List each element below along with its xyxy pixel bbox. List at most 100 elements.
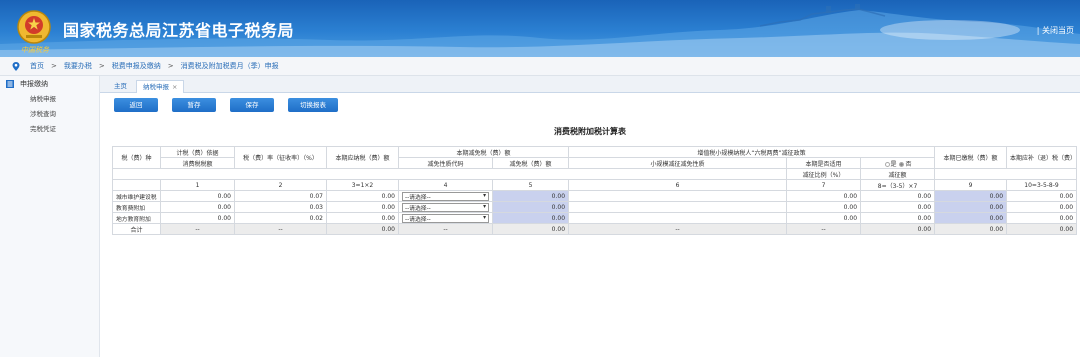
relief-amount-cell[interactable]: 0.00 [491, 190, 570, 202]
chevron-down-icon: ▾ [483, 193, 486, 199]
save-draft-button[interactable]: 暂存 [172, 98, 216, 112]
col-applies-radio: 是 否 [860, 157, 936, 169]
toolbar: 返回 暂存 保存 切换报表 [100, 93, 1080, 118]
sidebar: 申报缴纳 纳税申报 涉税查询 完税凭证 [0, 76, 100, 357]
relief-amount-cell[interactable]: 0.00 [491, 212, 570, 224]
table-title: 消费税附加税计算表 [554, 127, 626, 136]
radio-yes[interactable] [884, 161, 890, 167]
row-tax-name: 教育费附加 [112, 201, 161, 213]
paid-cell[interactable]: 0.00 [934, 201, 1008, 213]
site-header: 中国税务 国家税务总局江苏省电子税务局 | 关闭当页 [0, 0, 1080, 57]
total-label: 合计 [112, 223, 161, 235]
rate-cell: 0.07 [234, 190, 327, 202]
tab-home[interactable]: 主页 [108, 80, 133, 93]
col-num: 2 [234, 179, 327, 191]
column-number-row: 1 2 3=1×2 4 5 6 7 8=（3-5）×7 9 10=3-5-8-9 [112, 179, 1078, 191]
breadcrumb-declare-pay[interactable]: 税费申报及缴纳 [112, 61, 161, 71]
total-relief: 0.00 [491, 223, 570, 235]
col-paid: 本期已缴税（费）额 [934, 146, 1008, 169]
radio-yes-label: 是 [890, 160, 897, 168]
sidebar-heading[interactable]: 申报缴纳 [0, 76, 99, 92]
col-refund: 本期应补（退）税（费）额 [1006, 146, 1078, 169]
switch-report-button[interactable]: 切换报表 [288, 98, 338, 112]
basis-cell[interactable]: 0.00 [160, 212, 235, 224]
breadcrumb-tax-service[interactable]: 我要办税 [64, 61, 92, 71]
breadcrumb-home[interactable]: 首页 [30, 61, 44, 71]
radio-no[interactable] [899, 161, 905, 167]
sidebar-item-query[interactable]: 涉税查询 [0, 107, 99, 122]
chevron-down-icon: ▾ [483, 215, 486, 221]
row-tax-name: 城市维护建设税 [112, 190, 161, 202]
relief-code-select[interactable]: --请选择-- ▾ [402, 213, 489, 223]
col-basis-group: 计税（费）依据 [160, 146, 235, 158]
relief-code-cell: --请选择-- ▾ [398, 190, 493, 202]
tab-bar: 主页 纳税申报 × [100, 76, 1080, 93]
total-dash: -- [786, 223, 862, 235]
refund-cell: 0.00 [1006, 201, 1078, 213]
breadcrumb-separator: > [167, 62, 174, 70]
sidebar-item-certificate[interactable]: 完税凭证 [0, 122, 99, 137]
rate-cell: 0.03 [234, 201, 327, 213]
reduce-ratio-cell: 0.00 [786, 212, 862, 224]
col-num: 5 [491, 179, 570, 191]
tab-declare[interactable]: 纳税申报 × [136, 80, 185, 93]
col-num: 4 [398, 179, 493, 191]
site-title: 国家税务总局江苏省电子税务局 [63, 21, 295, 40]
select-value: --请选择-- [405, 205, 431, 212]
total-paid: 0.00 [934, 223, 1008, 235]
breadcrumb-separator: > [51, 62, 57, 70]
col-num: 6 [568, 179, 788, 191]
small-code-cell [568, 201, 788, 213]
basis-cell[interactable]: 0.00 [160, 190, 235, 202]
logo-caption: 中国税务 [21, 46, 49, 54]
reduce-ratio-cell: 0.00 [786, 190, 862, 202]
col-num-blank [112, 179, 161, 191]
total-reduce: 0.00 [860, 223, 936, 235]
relief-code-select[interactable]: --请选择-- ▾ [402, 202, 489, 212]
rate-cell: 0.02 [234, 212, 327, 224]
applies-label: 本期是否适用 [805, 160, 842, 168]
breadcrumb: 首页 > 我要办税 > 税费申报及缴纳 > 消费税及附加税费月（季）申报 [0, 57, 1080, 76]
reduce-amount-cell: 0.00 [860, 190, 936, 202]
col-consumption-tax: 消费税税额 [160, 157, 235, 169]
col-small-code: 小规模减征减免性质 [568, 157, 788, 169]
payable-cell: 0.00 [326, 190, 399, 202]
paid-cell[interactable]: 0.00 [934, 190, 1008, 202]
col-payable: 本期应纳税（费）额 [326, 146, 399, 169]
basis-cell[interactable]: 0.00 [160, 201, 235, 213]
table-row: 地方教育附加 0.00 0.02 0.00 --请选择-- ▾ 0.00 0.00… [112, 212, 1078, 224]
col-rate: 税（费）率（征收率）（%） [234, 146, 327, 169]
total-dash: -- [398, 223, 493, 235]
total-dash: -- [234, 223, 327, 235]
table-row: 城市维护建设税 0.00 0.07 0.00 --请选择-- ▾ 0.00 0.0… [112, 190, 1078, 202]
sidebar-heading-label: 申报缴纳 [20, 80, 48, 88]
relief-code-cell: --请选择-- ▾ [398, 201, 493, 213]
back-button[interactable]: 返回 [114, 98, 158, 112]
total-refund: 0.00 [1006, 223, 1078, 235]
col-tax-kind: 税（费）种 [112, 146, 161, 169]
paid-cell[interactable]: 0.00 [934, 212, 1008, 224]
col-num: 3=1×2 [326, 179, 399, 191]
payable-cell: 0.00 [326, 201, 399, 213]
breadcrumb-current[interactable]: 消费税及附加税费月（季）申报 [181, 61, 279, 71]
col-num: 7 [786, 179, 862, 191]
surtax-calc-table: 税（费）种 计税（费）依据 税（费）率（征收率）（%） 本期应纳税（费）额 本期… [111, 146, 1078, 235]
save-button[interactable]: 保存 [230, 98, 274, 112]
relief-code-cell: --请选择-- ▾ [398, 212, 493, 224]
col-reduce-amount: 减征额 [860, 168, 936, 180]
payable-cell: 0.00 [326, 212, 399, 224]
close-page-link[interactable]: | 关闭当页 [1037, 25, 1074, 36]
tab-close-icon[interactable]: × [172, 83, 177, 91]
small-code-cell [568, 212, 788, 224]
reduce-ratio-cell: 0.00 [786, 201, 862, 213]
chevron-down-icon: ▾ [483, 204, 486, 210]
grid-menu-icon [6, 80, 14, 88]
relief-amount-cell[interactable]: 0.00 [491, 201, 570, 213]
table-row: 教育费附加 0.00 0.03 0.00 --请选择-- ▾ 0.00 0.00 … [112, 201, 1078, 213]
refund-cell: 0.00 [1006, 212, 1078, 224]
total-payable: 0.00 [326, 223, 399, 235]
relief-code-select[interactable]: --请选择-- ▾ [402, 191, 489, 201]
breadcrumb-separator: > [98, 62, 105, 70]
sidebar-item-declare[interactable]: 纳税申报 [0, 92, 99, 107]
small-code-cell [568, 190, 788, 202]
